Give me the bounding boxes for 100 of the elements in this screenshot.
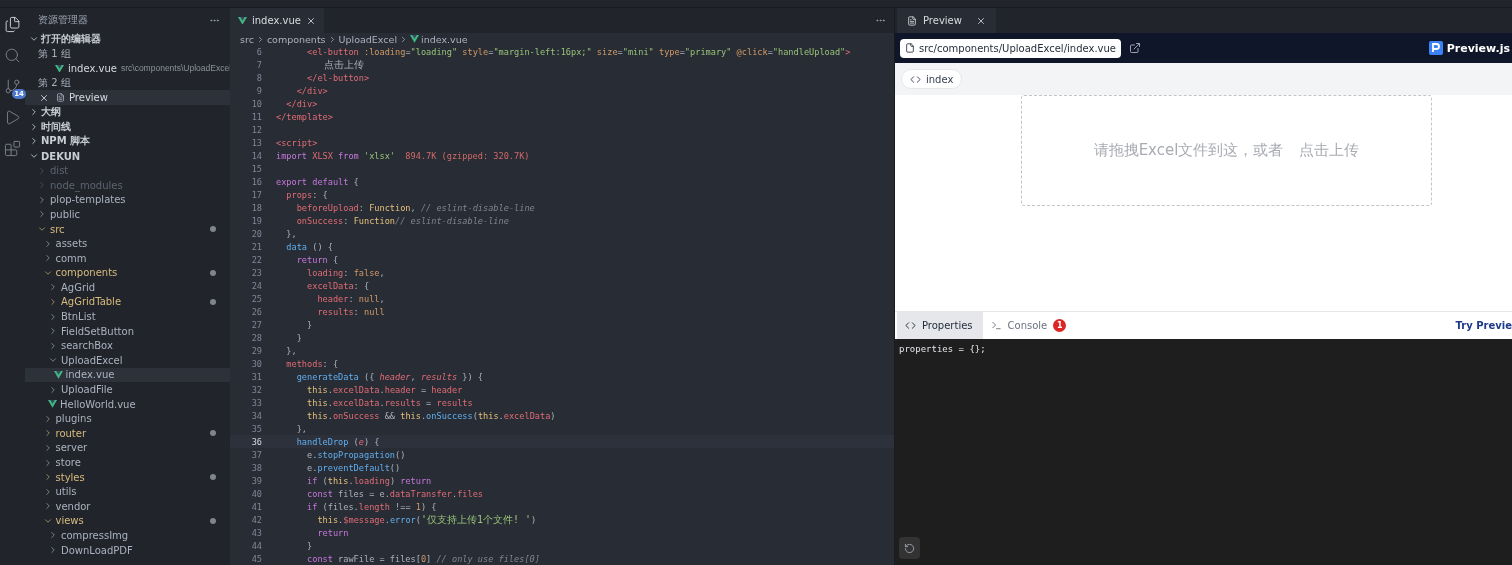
code-line: data () { [285, 241, 333, 252]
document-icon [56, 93, 65, 103]
line-number: 43 [250, 527, 262, 538]
code-line: handleDrop (e) { [295, 436, 380, 447]
modified-dot [210, 517, 216, 524]
try-link[interactable]: Try Previe [1455, 319, 1512, 331]
tree-item[interactable]: AgGrid [25, 280, 230, 295]
code-icon [910, 73, 921, 85]
breadcrumb-item[interactable]: components [266, 33, 326, 45]
tree-item[interactable]: views [25, 513, 230, 529]
tree-item[interactable]: components [25, 265, 230, 281]
tree-item[interactable]: comm [25, 250, 230, 266]
open-editor-item[interactable]: index.vue src\components\UploadExcel [25, 61, 230, 76]
line-number: 16 [250, 176, 262, 187]
modified-dot [210, 474, 216, 481]
tree-item[interactable]: public [25, 207, 230, 222]
panel-tab[interactable]: Console 1 [982, 311, 1077, 339]
group-label: 第 2 组 [37, 76, 72, 91]
tree-item[interactable]: store [25, 455, 230, 470]
undo-icon [904, 542, 915, 554]
line-number: 19 [250, 215, 262, 226]
line-number: 13 [250, 137, 262, 148]
line-number: 24 [250, 280, 262, 291]
panel-tab[interactable]: Properties [897, 311, 983, 339]
line-number: 7 [255, 59, 262, 70]
section-header[interactable]: 打开的编辑器 [25, 32, 230, 47]
tree-item[interactable]: assets [25, 236, 230, 251]
tree-item[interactable]: server [25, 440, 230, 456]
code-line: generateData ({ header, results }) { [295, 371, 483, 382]
section-header[interactable]: 大纲 [25, 104, 230, 120]
line-number: 21 [250, 241, 262, 252]
code-line: </div> [285, 98, 318, 109]
tree-item[interactable]: searchBox [25, 338, 230, 354]
group-label: 第 1 组 [37, 46, 72, 61]
section-header[interactable]: NPM 脚本 [25, 134, 230, 149]
preview-tab[interactable]: Preview [897, 8, 996, 33]
document-icon [907, 15, 917, 26]
line-number: 36 [250, 436, 262, 447]
code-line: }, [295, 423, 308, 434]
tree-item[interactable]: UploadFile [25, 382, 230, 397]
close-icon[interactable] [305, 15, 316, 26]
modified-dot [210, 226, 216, 232]
search-icon[interactable] [4, 47, 21, 64]
section-header[interactable]: 时间线 [25, 119, 230, 135]
open-editor-item[interactable]: Preview [25, 90, 230, 105]
url-field[interactable]: src/components/UploadExcel/index.vue [900, 38, 1121, 58]
line-number: 32 [250, 384, 262, 395]
tree-item[interactable]: router [25, 426, 230, 441]
code-icon [905, 319, 916, 331]
code-line: <script> [276, 137, 318, 148]
editor-tab[interactable]: index.vue [230, 8, 324, 33]
close-icon[interactable] [975, 15, 986, 26]
line-number: 41 [250, 501, 262, 512]
code-line: </el-button> [306, 72, 370, 83]
code-line: results: null [316, 306, 385, 317]
code-line: 点击上传 [323, 57, 365, 72]
tree-item[interactable]: index.vue [25, 367, 230, 383]
code-line: onSuccess: Function// eslint-disable-line [295, 215, 509, 226]
code-line: const rawFile = files[0] // only use files[0] [306, 553, 540, 564]
tree-item[interactable]: DownLoadPDF [25, 542, 230, 558]
code-line: props: { [285, 189, 328, 200]
vue-file-icon [410, 35, 420, 43]
reset-button[interactable] [899, 537, 920, 559]
tree-item[interactable]: plugins [25, 411, 230, 427]
external-link-icon[interactable] [1128, 42, 1141, 54]
line-number: 29 [250, 345, 262, 356]
tree-item[interactable]: AgGridTable [25, 294, 230, 310]
line-number: 40 [250, 488, 262, 499]
files-icon[interactable] [4, 16, 21, 33]
line-number: 26 [250, 306, 262, 317]
vue-file-icon [238, 16, 247, 25]
line-number: 25 [250, 293, 262, 304]
tree-item[interactable]: FieldSetButton [25, 323, 230, 339]
line-number: 42 [250, 514, 262, 525]
tree-item[interactable]: utils [25, 484, 230, 499]
line-number: 33 [250, 397, 262, 408]
code-line: } [306, 319, 313, 330]
tree-item[interactable]: vendor [25, 499, 230, 514]
blocks-icon[interactable] [4, 140, 21, 157]
section-header[interactable]: DEKUN [25, 148, 230, 164]
code-line: </template> [276, 111, 333, 122]
tree-item[interactable]: HelloWorld.vue [25, 396, 230, 412]
play-icon[interactable] [4, 109, 21, 126]
tree-item[interactable]: src [25, 221, 230, 237]
code-line: loading: false, [306, 267, 385, 278]
code-line: this.excelData.results = results [306, 397, 473, 408]
tree-item[interactable]: UploadExcel [25, 353, 230, 368]
tree-item[interactable]: compressImg [25, 528, 230, 543]
breadcrumb-item[interactable]: src [240, 33, 254, 45]
close-icon[interactable] [39, 92, 49, 103]
line-number: 23 [250, 267, 262, 278]
component-chip[interactable]: index [901, 69, 963, 89]
code-line: } [306, 540, 313, 551]
breadcrumb-item[interactable]: index.vue [421, 33, 468, 45]
tree-item[interactable]: styles [25, 469, 230, 485]
vue-file-icon [48, 400, 57, 408]
line-number: 28 [250, 332, 262, 343]
tree-item[interactable]: plop-templates [25, 192, 230, 208]
tree-item[interactable]: BtnList [25, 309, 230, 324]
breadcrumb-item[interactable]: UploadExcel [338, 33, 398, 45]
